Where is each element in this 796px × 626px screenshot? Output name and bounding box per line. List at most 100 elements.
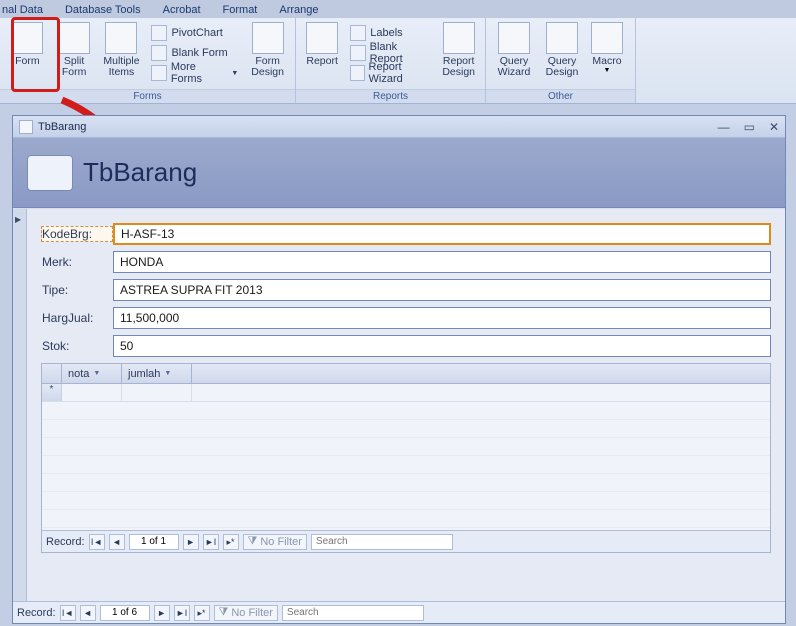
input-stok[interactable]: [113, 335, 771, 357]
query-wizard-icon: [498, 22, 530, 54]
form-header-title: TbBarang: [83, 157, 197, 188]
ribbon-group-label: Forms: [0, 89, 295, 103]
nav-prev-button[interactable]: ◄: [80, 605, 96, 621]
chevron-down-icon[interactable]: ▼: [164, 370, 171, 377]
label-merk: Merk:: [41, 254, 113, 270]
more-forms-button[interactable]: More Forms▼: [147, 63, 242, 83]
report-button[interactable]: Report: [300, 20, 344, 86]
form-window: TbBarang — ▭ ✕ TbBarang ✥ KodeBrg: Merk:: [12, 115, 786, 624]
column-header-nota[interactable]: nota▼: [62, 364, 122, 383]
ribbon-group-reports: Report Labels Blank Report Report Wizard…: [296, 18, 486, 103]
nav-first-button[interactable]: I◄: [60, 605, 76, 621]
form-fields: KodeBrg: Merk: Tipe: HargJual: Stok:: [27, 209, 785, 601]
menu-external-data[interactable]: nal Data: [2, 4, 43, 16]
nav-search[interactable]: [282, 605, 424, 621]
filter-icon: ⧩: [248, 535, 258, 548]
record-selector[interactable]: [13, 209, 27, 601]
cell-nota[interactable]: [62, 384, 122, 401]
nav-new-button[interactable]: ▸*: [223, 534, 239, 550]
filter-icon: ⧩: [219, 606, 229, 619]
blank-report-icon: [350, 45, 365, 61]
ribbon-group-label: Reports: [296, 89, 485, 103]
nav-next-button[interactable]: ►: [183, 534, 199, 550]
report-wizard-icon: [350, 65, 364, 81]
input-merk[interactable]: [113, 251, 771, 273]
form-tab-icon: [19, 120, 33, 134]
label-hargjual: HargJual:: [41, 310, 113, 326]
split-form-button[interactable]: Split Form: [51, 20, 98, 86]
nav-filter[interactable]: ⧩No Filter: [214, 605, 278, 621]
field-kodebrg: KodeBrg:: [41, 223, 771, 245]
form-icon: [11, 22, 43, 54]
nav-new-button[interactable]: ▸*: [194, 605, 210, 621]
nav-label: Record:: [17, 607, 56, 619]
field-merk: Merk:: [41, 251, 771, 273]
mdi-area: TbBarang — ▭ ✕ TbBarang ✥ KodeBrg: Merk:: [10, 115, 790, 624]
more-forms-icon: [151, 65, 166, 81]
minimize-button[interactable]: —: [718, 120, 730, 134]
ribbon-group-other: Query Wizard Query Design Macro▼ Other: [486, 18, 636, 103]
query-wizard-button[interactable]: Query Wizard: [490, 20, 538, 86]
row-selector[interactable]: *: [42, 384, 62, 401]
restore-button[interactable]: ▭: [744, 120, 755, 134]
nav-label: Record:: [46, 536, 85, 548]
report-design-icon: [443, 22, 475, 54]
menu-bar: nal Data Database Tools Acrobat Format A…: [0, 0, 796, 18]
report-icon: [306, 22, 338, 54]
ribbon-group-label: Other: [486, 89, 635, 103]
report-design-button[interactable]: Report Design: [436, 20, 481, 86]
labels-icon: [350, 25, 366, 41]
nav-prev-button[interactable]: ◄: [109, 534, 125, 550]
label-stok: Stok:: [41, 338, 113, 354]
macro-icon: [591, 22, 623, 54]
nav-first-button[interactable]: I◄: [89, 534, 105, 550]
field-stok: Stok:: [41, 335, 771, 357]
nav-search[interactable]: [311, 534, 453, 550]
nav-last-button[interactable]: ►I: [203, 534, 219, 550]
cell-jumlah[interactable]: [122, 384, 192, 401]
chevron-down-icon[interactable]: ▼: [93, 370, 100, 377]
menu-format[interactable]: Format: [223, 4, 258, 16]
input-tipe[interactable]: [113, 279, 771, 301]
blank-report-button[interactable]: Blank Report: [346, 43, 434, 63]
input-kodebrg[interactable]: [113, 223, 771, 245]
pivotchart-button[interactable]: PivotChart: [147, 23, 242, 43]
labels-button[interactable]: Labels: [346, 23, 434, 43]
subform-datasheet[interactable]: nota▼ jumlah▼ * Record: I◄ ◄: [41, 363, 771, 553]
chevron-down-icon: ▼: [604, 67, 611, 74]
menu-arrange[interactable]: Arrange: [279, 4, 318, 16]
form-design-button[interactable]: Form Design: [244, 20, 291, 86]
new-record-row[interactable]: *: [42, 384, 770, 402]
tab-title: TbBarang: [38, 121, 718, 133]
multiple-items-icon: [105, 22, 137, 54]
column-header-jumlah[interactable]: jumlah▼: [122, 364, 192, 383]
pivotchart-icon: [151, 25, 167, 41]
nav-next-button[interactable]: ►: [154, 605, 170, 621]
query-design-button[interactable]: Query Design: [538, 20, 586, 86]
form-body: KodeBrg: Merk: Tipe: HargJual: Stok:: [13, 209, 785, 601]
form-button[interactable]: Form: [4, 20, 51, 86]
nav-position[interactable]: [100, 605, 150, 621]
menu-database-tools[interactable]: Database Tools: [65, 4, 141, 16]
menu-acrobat[interactable]: Acrobat: [163, 4, 201, 16]
report-wizard-button[interactable]: Report Wizard: [346, 63, 434, 83]
close-button[interactable]: ✕: [769, 120, 779, 134]
chevron-down-icon: ▼: [231, 70, 238, 77]
ribbon-group-forms: Form Split Form Multiple Items PivotChar…: [0, 18, 296, 103]
macro-button[interactable]: Macro▼: [586, 20, 628, 86]
datasheet-header: nota▼ jumlah▼: [42, 364, 770, 384]
datasheet-body[interactable]: *: [42, 384, 770, 530]
select-all-cell[interactable]: [42, 364, 62, 383]
subform-record-nav: Record: I◄ ◄ ► ►I ▸* ⧩No Filter: [42, 530, 770, 552]
nav-last-button[interactable]: ►I: [174, 605, 190, 621]
label-tipe: Tipe:: [41, 282, 113, 298]
field-tipe: Tipe:: [41, 279, 771, 301]
multiple-items-button[interactable]: Multiple Items: [97, 20, 145, 86]
blank-form-icon: [151, 45, 167, 61]
title-bar[interactable]: TbBarang — ▭ ✕: [13, 116, 785, 138]
input-hargjual[interactable]: [113, 307, 771, 329]
nav-filter[interactable]: ⧩No Filter: [243, 534, 307, 550]
nav-position[interactable]: [129, 534, 179, 550]
blank-form-button[interactable]: Blank Form: [147, 43, 242, 63]
form-design-icon: [252, 22, 284, 54]
